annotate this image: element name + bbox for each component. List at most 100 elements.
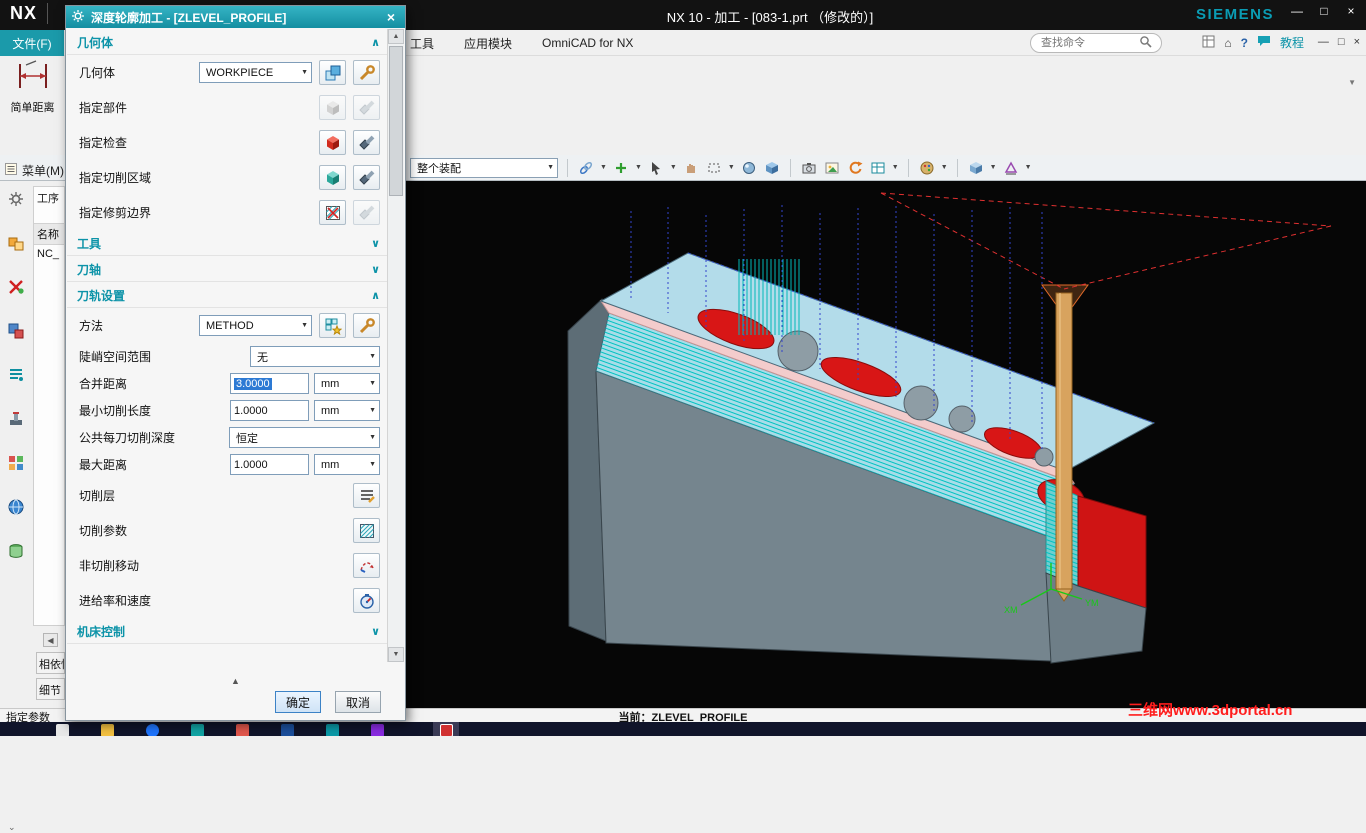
menu-tools[interactable]: 工具 [410,35,434,52]
grid-table-icon[interactable] [869,158,887,178]
selection-scope-combo[interactable]: 整个装配▼ [410,158,558,178]
reuse-library-icon[interactable] [7,454,25,475]
tab-details[interactable]: 细节 [36,678,65,700]
taskbar-icon[interactable] [146,724,159,736]
dialog-collapse-arrow[interactable]: ▲ [231,676,240,686]
web-browser-icon[interactable] [7,498,25,519]
image-icon[interactable] [823,158,841,178]
section-machine-control[interactable]: 机床控制 ∨ [67,618,388,644]
chevron-down-icon[interactable]: ▼ [1025,164,1032,171]
flashlight-icon[interactable] [353,165,380,190]
panel-collapse-button[interactable]: ◀ [43,633,58,647]
dialog-scrollbar[interactable]: ▲ ▼ [387,29,404,662]
geometry-combo[interactable]: WORKPIECE ▼ [199,62,312,83]
section-tool[interactable]: 工具 ∨ [67,230,388,256]
method-combo[interactable]: METHOD ▼ [199,315,312,336]
taskbar-icon[interactable] [191,724,204,736]
taskbar-icon[interactable] [56,724,69,736]
palette-icon[interactable] [918,158,936,178]
new-method-button[interactable] [319,313,346,338]
shaded-view-icon[interactable] [740,158,758,178]
doc-minimize-button[interactable]: — [1318,36,1329,48]
ok-button[interactable]: 确定 [275,691,321,713]
taskbar-icon[interactable] [101,724,114,736]
settings-gear-icon[interactable] [7,190,25,211]
solid-cube-icon[interactable] [763,158,781,178]
chevron-down-icon[interactable]: ▼ [600,164,607,171]
feeds-speeds-button[interactable] [353,588,380,613]
graphics-viewport[interactable]: XM YM [406,181,1366,708]
scroll-down-button[interactable]: ▼ [388,647,404,662]
scroll-up-button[interactable]: ▲ [388,29,404,44]
operation-navigator-icon[interactable] [7,366,25,387]
assembly-navigator-icon[interactable] [7,234,25,255]
refresh-icon[interactable] [846,158,864,178]
link-icon[interactable] [577,158,595,178]
cancel-button[interactable]: 取消 [335,691,381,713]
chevron-down-icon[interactable]: ▼ [892,164,899,171]
max-distance-unit-combo[interactable]: mm ▼ [314,454,380,475]
doc-close-button[interactable]: × [1354,36,1360,48]
menu-application-module[interactable]: 应用模块 [464,35,512,52]
name-column-header[interactable]: 名称 [34,223,64,245]
snapshot-icon[interactable] [800,158,818,178]
pan-hand-icon[interactable] [682,158,700,178]
chevron-down-icon[interactable]: ▼ [941,164,948,171]
tab-dependencies[interactable]: 相依性 [36,652,65,674]
merge-unit-combo[interactable]: mm ▼ [314,373,380,394]
chevron-down-icon[interactable]: ▼ [635,164,642,171]
taskbar-icon[interactable] [440,724,453,736]
steep-range-combo[interactable]: 无 ▼ [250,346,380,367]
taskbar-icon[interactable] [281,724,294,736]
close-button[interactable]: × [1344,4,1358,18]
merge-distance-input[interactable]: 3.0000 [230,373,309,394]
chevron-down-icon[interactable]: ▼ [670,164,677,171]
chevron-down-icon[interactable]: ▼ [728,164,735,171]
part-navigator-icon[interactable] [7,322,25,343]
cut-parameters-button[interactable] [353,518,380,543]
dialog-close-button[interactable]: × [382,9,400,25]
taskbar-icon[interactable] [326,724,339,736]
file-menu-tab[interactable]: 文件(F) [0,30,64,56]
home-icon[interactable]: ⌂ [1224,36,1231,50]
help-icon[interactable]: ? [1241,36,1248,50]
taskbar-icon[interactable] [236,724,249,736]
edit-method-wrench-button[interactable] [353,313,380,338]
flashlight-icon[interactable] [353,130,380,155]
min-cut-unit-combo[interactable]: mm ▼ [314,400,380,421]
simple-distance-command[interactable]: 简单距离 [0,58,65,115]
cursor-select-icon[interactable] [647,158,665,178]
windows-taskbar[interactable] [0,722,1366,736]
tutorial-link[interactable]: 教程 [1280,34,1304,51]
add-icon[interactable] [612,158,630,178]
journal-icon[interactable] [1202,35,1215,51]
rectangle-select-icon[interactable] [705,158,723,178]
section-tool-axis[interactable]: 刀轴 ∨ [67,256,388,282]
select-trim-boundary-button[interactable] [319,200,346,225]
minimize-button[interactable]: — [1290,4,1304,18]
history-icon[interactable] [7,542,25,563]
resource-bar-collapse-icon[interactable]: ⌄ [8,822,16,833]
new-geometry-wrench-button[interactable] [353,60,380,85]
maximize-button[interactable]: □ [1317,4,1331,18]
cut-levels-button[interactable] [353,483,380,508]
non-cutting-moves-button[interactable] [353,553,380,578]
select-cut-area-button[interactable] [319,165,346,190]
taskbar-icon[interactable] [371,724,384,736]
measure-icon[interactable] [1002,158,1020,178]
machine-tool-navigator-icon[interactable] [7,410,25,431]
command-search-input[interactable] [1039,36,1139,50]
menu-omnicad[interactable]: OmniCAD for NX [542,36,633,50]
constraint-navigator-icon[interactable] [7,278,25,299]
section-path-settings[interactable]: 刀轨设置 ∧ [67,282,388,308]
chevron-down-icon[interactable]: ▼ [990,164,997,171]
select-check-button[interactable] [319,130,346,155]
doc-restore-button[interactable]: □ [1338,36,1345,48]
ribbon-options-caret[interactable]: ▼ [1348,78,1356,87]
command-search[interactable] [1030,33,1162,53]
dialog-titlebar[interactable]: 深度轮廓加工 - [ZLEVEL_PROFILE] × [66,6,405,28]
depth-per-cut-combo[interactable]: 恒定 ▼ [229,427,380,448]
edit-geometry-button[interactable] [319,60,346,85]
scrollbar-thumb[interactable] [389,46,403,196]
menu-button[interactable]: 菜单(M) [5,160,64,180]
